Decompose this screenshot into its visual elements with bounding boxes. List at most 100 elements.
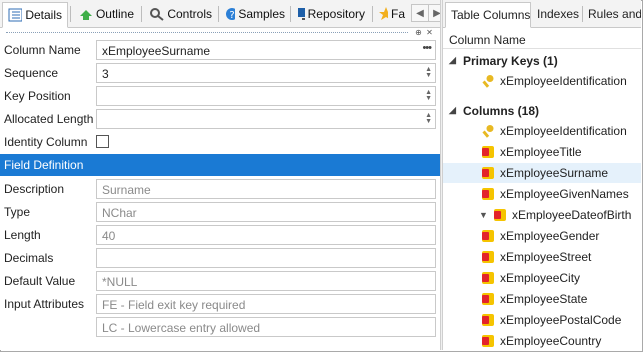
- row-length: Length 40: [0, 224, 440, 246]
- tree-item[interactable]: xEmployeeGender: [443, 226, 641, 246]
- pin-icon[interactable]: ⊕: [414, 28, 423, 37]
- row-input-attributes: Input Attributes FE - Field exit key req…: [0, 293, 440, 315]
- column-name-field[interactable]: xEmployeeSurname •••: [96, 40, 436, 60]
- row-allocated-length: Allocated Length ▲ ▼: [0, 108, 440, 130]
- tab-rules-and-triggers[interactable]: Rules and T: [583, 2, 641, 26]
- primary-keys-group[interactable]: ◢ Primary Keys (1): [443, 51, 641, 71]
- tab-repository[interactable]: Repository: [292, 2, 370, 26]
- tab-outline[interactable]: Outline: [73, 2, 139, 26]
- default-value-label: Default Value: [4, 274, 76, 288]
- tab-outline-label: Outline: [95, 7, 134, 21]
- column-icon: [482, 314, 494, 326]
- tree-item-label: xEmployeeCountry: [500, 334, 602, 348]
- details-panel: Details Outline Controls ? Samples Repos…: [0, 0, 446, 350]
- input-attribute-fe[interactable]: FE - Field exit key required: [96, 294, 436, 314]
- tree-item[interactable]: xEmployeeCity: [443, 268, 641, 288]
- tree-item[interactable]: xEmployeeState: [443, 289, 641, 309]
- tab-scroll-left-button[interactable]: ◀: [411, 4, 429, 22]
- description-label: Description: [4, 182, 65, 196]
- tree-item[interactable]: xEmployeeIdentification: [443, 71, 641, 91]
- column-name-header[interactable]: Column Name: [443, 30, 641, 49]
- tree-item[interactable]: ▼ xEmployeeDateofBirth: [443, 205, 641, 225]
- tree-item-label: xEmployeeGivenNames: [500, 187, 629, 201]
- column-name-label: Column Name: [4, 43, 81, 57]
- key-position-stepper[interactable]: ▲ ▼: [96, 86, 436, 106]
- left-tab-strip: Details Outline Controls ? Samples Repos…: [0, 0, 446, 28]
- key-icon: [482, 125, 494, 138]
- input-attribute-fe-value: FE - Field exit key required: [102, 298, 246, 312]
- allocated-length-stepper[interactable]: ▲ ▼: [96, 109, 436, 129]
- tree-item[interactable]: xEmployeeStreet: [443, 247, 641, 267]
- collapse-triangle-icon[interactable]: ◢: [449, 105, 456, 116]
- tab-favorites[interactable]: Fa: [374, 2, 410, 26]
- input-attribute-lc-value: LC - Lowercase entry allowed: [102, 321, 261, 335]
- tab-controls-label: Controls: [167, 7, 212, 21]
- spin-icon[interactable]: ▲ ▼: [425, 112, 432, 125]
- tree-item[interactable]: xEmployeeCountry: [443, 331, 641, 350]
- column-icon: [482, 272, 494, 284]
- tab-indexes[interactable]: Indexes: [532, 2, 582, 26]
- close-icon[interactable]: ✕: [425, 28, 434, 37]
- ellipsis-icon[interactable]: •••: [422, 42, 432, 54]
- default-value-value: *NULL: [102, 275, 138, 289]
- tree-item-label: xEmployeeCity: [500, 271, 581, 285]
- row-column-name: Column Name xEmployeeSurname •••: [0, 39, 440, 61]
- spin-icon[interactable]: ▲ ▼: [425, 89, 432, 102]
- tab-indexes-label: Indexes: [537, 7, 580, 21]
- description-field[interactable]: Surname: [96, 179, 436, 199]
- tree-item-label: xEmployeeIdentification: [500, 124, 627, 138]
- column-icon: [482, 230, 494, 242]
- primary-keys-label: Primary Keys (1): [463, 54, 558, 68]
- tree-item-label: xEmployeeGender: [500, 229, 600, 243]
- expand-triangle-icon[interactable]: ▼: [479, 210, 488, 220]
- row-type: Type NChar: [0, 201, 440, 223]
- allocated-length-label: Allocated Length: [4, 112, 94, 126]
- key-icon: [482, 75, 494, 88]
- type-label: Type: [4, 205, 31, 219]
- input-attribute-lc[interactable]: LC - Lowercase entry allowed: [96, 317, 436, 337]
- spin-icon[interactable]: ▲ ▼: [425, 66, 432, 79]
- tree-item-label: xEmployeeDateofBirth: [512, 208, 632, 222]
- columns-label: Columns (18): [463, 104, 540, 118]
- key-position-label: Key Position: [4, 89, 71, 103]
- tree-item[interactable]: xEmployeeTitle: [443, 142, 641, 162]
- decimals-label: Decimals: [4, 251, 54, 265]
- column-name-value: xEmployeeSurname: [102, 44, 211, 58]
- column-icon: [482, 335, 494, 347]
- tree-item-label: xEmployeeTitle: [500, 145, 582, 159]
- row-key-position: Key Position ▲ ▼: [0, 85, 440, 107]
- tree-item[interactable]: xEmployeeGivenNames: [443, 184, 641, 204]
- input-attributes-label: Input Attributes: [4, 297, 85, 311]
- field-definition-header: Field Definition: [0, 154, 440, 176]
- identity-column-checkbox[interactable]: [96, 135, 109, 148]
- tree-item-selected[interactable]: xEmployeeSurname: [443, 163, 641, 183]
- length-field[interactable]: 40: [96, 225, 436, 245]
- tree-item[interactable]: xEmployeePostalCode: [443, 310, 641, 330]
- section-title: Field Definition: [4, 158, 84, 172]
- collapse-triangle-icon[interactable]: ◢: [449, 55, 456, 66]
- row-identity-column: Identity Column: [0, 131, 440, 153]
- splitter-line: [6, 32, 408, 33]
- tab-samples[interactable]: ? Samples: [220, 2, 290, 26]
- type-field[interactable]: NChar: [96, 202, 436, 222]
- tree-item-label: xEmployeeSurname: [500, 166, 609, 180]
- tree-item-label: xEmployeePostalCode: [500, 313, 622, 327]
- type-value: NChar: [102, 206, 137, 220]
- details-icon: [8, 8, 23, 22]
- tree-item[interactable]: xEmployeeIdentification: [443, 121, 641, 141]
- description-value: Surname: [102, 183, 151, 197]
- tab-table-columns[interactable]: Table Columns: [445, 2, 531, 28]
- columns-group[interactable]: ◢ Columns (18): [443, 101, 641, 121]
- default-value-field[interactable]: *NULL: [96, 271, 436, 291]
- sequence-label: Sequence: [4, 66, 59, 80]
- right-tab-strip: Table Columns Indexes Rules and T: [443, 0, 641, 28]
- tab-repository-label: Repository: [307, 7, 365, 21]
- column-icon: [482, 167, 494, 179]
- decimals-field[interactable]: [96, 248, 436, 268]
- panel-toolbar: ⊕ ✕: [0, 28, 440, 38]
- sequence-stepper[interactable]: 3 ▲ ▼: [96, 63, 436, 83]
- tab-controls[interactable]: Controls: [144, 2, 217, 26]
- column-icon: [482, 251, 494, 263]
- column-name-header-label: Column Name: [449, 33, 526, 47]
- tab-details[interactable]: Details: [2, 2, 68, 28]
